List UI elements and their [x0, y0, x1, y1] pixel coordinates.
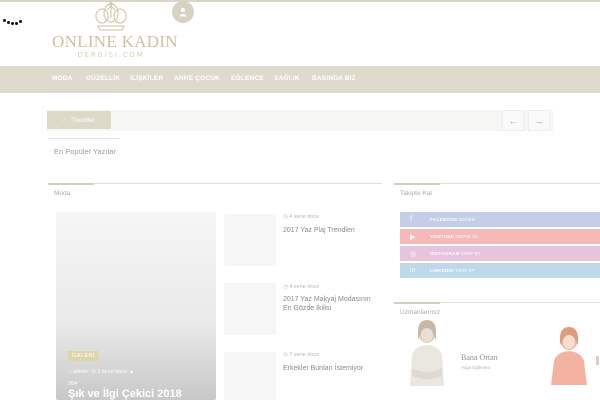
expert-name-cutoff — [596, 356, 599, 365]
section-header-moda: Moda — [48, 183, 382, 199]
ticker-prev-button[interactable]: ← — [502, 110, 524, 131]
logo-title: ONLINE KADIN — [52, 32, 178, 51]
user-account-button[interactable] — [172, 1, 194, 23]
post-thumbnail[interactable] — [224, 214, 276, 266]
author-icon: ◌ — [68, 369, 72, 375]
linkedin-icon: in — [410, 267, 416, 274]
post-title[interactable]: 2017 Yaz Plaj Trendleri — [283, 226, 381, 235]
social-youtube[interactable]: ▶ YOUTUBE ABONE OL — [400, 229, 600, 244]
post-thumbnail[interactable] — [224, 352, 276, 400]
main-navigation: MODA GÜZELLİK İLİŞKİLER ANNE ÇOCUK EĞLEN… — [0, 66, 600, 93]
post-thumbnail[interactable] — [224, 283, 276, 335]
section-title-follow: Takipte Kal — [400, 190, 432, 197]
section-title-moda[interactable]: Moda — [54, 190, 70, 197]
section-title-experts: Uzmanlarımız — [400, 309, 441, 316]
section-header-follow: Takipte Kal — [394, 183, 600, 199]
expert-photo[interactable] — [402, 318, 452, 386]
clock-icon: ◷ — [90, 369, 96, 375]
nav-item-saglik[interactable]: SAĞLIK — [274, 75, 300, 82]
post-date: ◷ 4 sene önce — [283, 214, 320, 220]
facebook-icon: f — [410, 216, 412, 223]
trending-button[interactable]: ‹ Trendler — [47, 111, 111, 129]
social-facebook[interactable]: f FACEBOOK BEĞEN — [400, 212, 600, 227]
user-icon — [179, 8, 187, 17]
social-instagram[interactable]: ◎ INSTAGRAM TAKİP ET — [400, 246, 600, 261]
nav-item-basinda-biz[interactable]: BASINDA BİZ — [312, 75, 356, 82]
logo-subtitle: DERGISI.COM — [77, 51, 145, 59]
nav-item-iliskiler[interactable]: İLİŞKİLER — [130, 75, 163, 82]
featured-date: 3 sene önce — [97, 369, 128, 375]
arrow-right-icon: → — [534, 115, 544, 126]
arrow-left-icon: ← — [508, 115, 518, 126]
post-date: ◷ 4 sene önce — [283, 284, 320, 290]
featured-view-count: 284 — [68, 381, 78, 387]
expert-photo[interactable] — [545, 325, 593, 385]
share-icon: ▴ — [130, 369, 133, 375]
expert-name[interactable]: Bana Ortan — [461, 353, 498, 362]
youtube-icon: ▶ — [410, 234, 416, 241]
post-title[interactable]: 2017 Yaz Makyaj Modasının En Gözde İkili… — [283, 295, 381, 313]
expert-role: Yoga Eğitmeni — [461, 365, 490, 370]
nav-item-guzellik[interactable]: GÜZELLİK — [86, 75, 120, 82]
tab-popular-authors[interactable]: En Popüler Yazılar — [48, 138, 120, 161]
post-date: ◷ 7 sene önce — [283, 352, 320, 358]
post-title[interactable]: Erkekler Bunları İstemiyor — [283, 364, 393, 373]
section-header-experts: Uzmanlarımız — [394, 302, 600, 318]
nav-item-eglence[interactable]: EĞLENCE — [231, 75, 264, 82]
nav-item-moda[interactable]: MODA — [52, 75, 73, 82]
site-logo[interactable]: ONLINE KADIN DERGISI.COM — [52, 2, 178, 60]
trending-ticker — [47, 110, 553, 131]
spinner-icon — [2, 16, 24, 26]
nav-item-anne-cocuk[interactable]: ANNE ÇOCUK — [174, 75, 220, 82]
crown-logo-icon — [95, 2, 127, 31]
featured-title[interactable]: Şık ve İlgi Çekici 2018 — [68, 388, 182, 400]
featured-author[interactable]: admin — [73, 369, 88, 375]
category-badge[interactable]: GALERİ — [68, 351, 100, 361]
featured-post-card[interactable]: GALERİ ◌ admin ◷ 3 sene önce ▴ 284 Şık v… — [56, 212, 216, 400]
chevron-left-icon: ‹ — [62, 116, 66, 124]
ticker-next-button[interactable]: → — [528, 110, 550, 131]
featured-meta: ◌ admin ◷ 3 sene önce ▴ 284 — [68, 369, 133, 387]
trending-label: Trendler — [71, 116, 96, 124]
social-linkedin[interactable]: in LINKEDIN TAKİP ET — [400, 263, 600, 278]
instagram-icon: ◎ — [410, 251, 417, 258]
